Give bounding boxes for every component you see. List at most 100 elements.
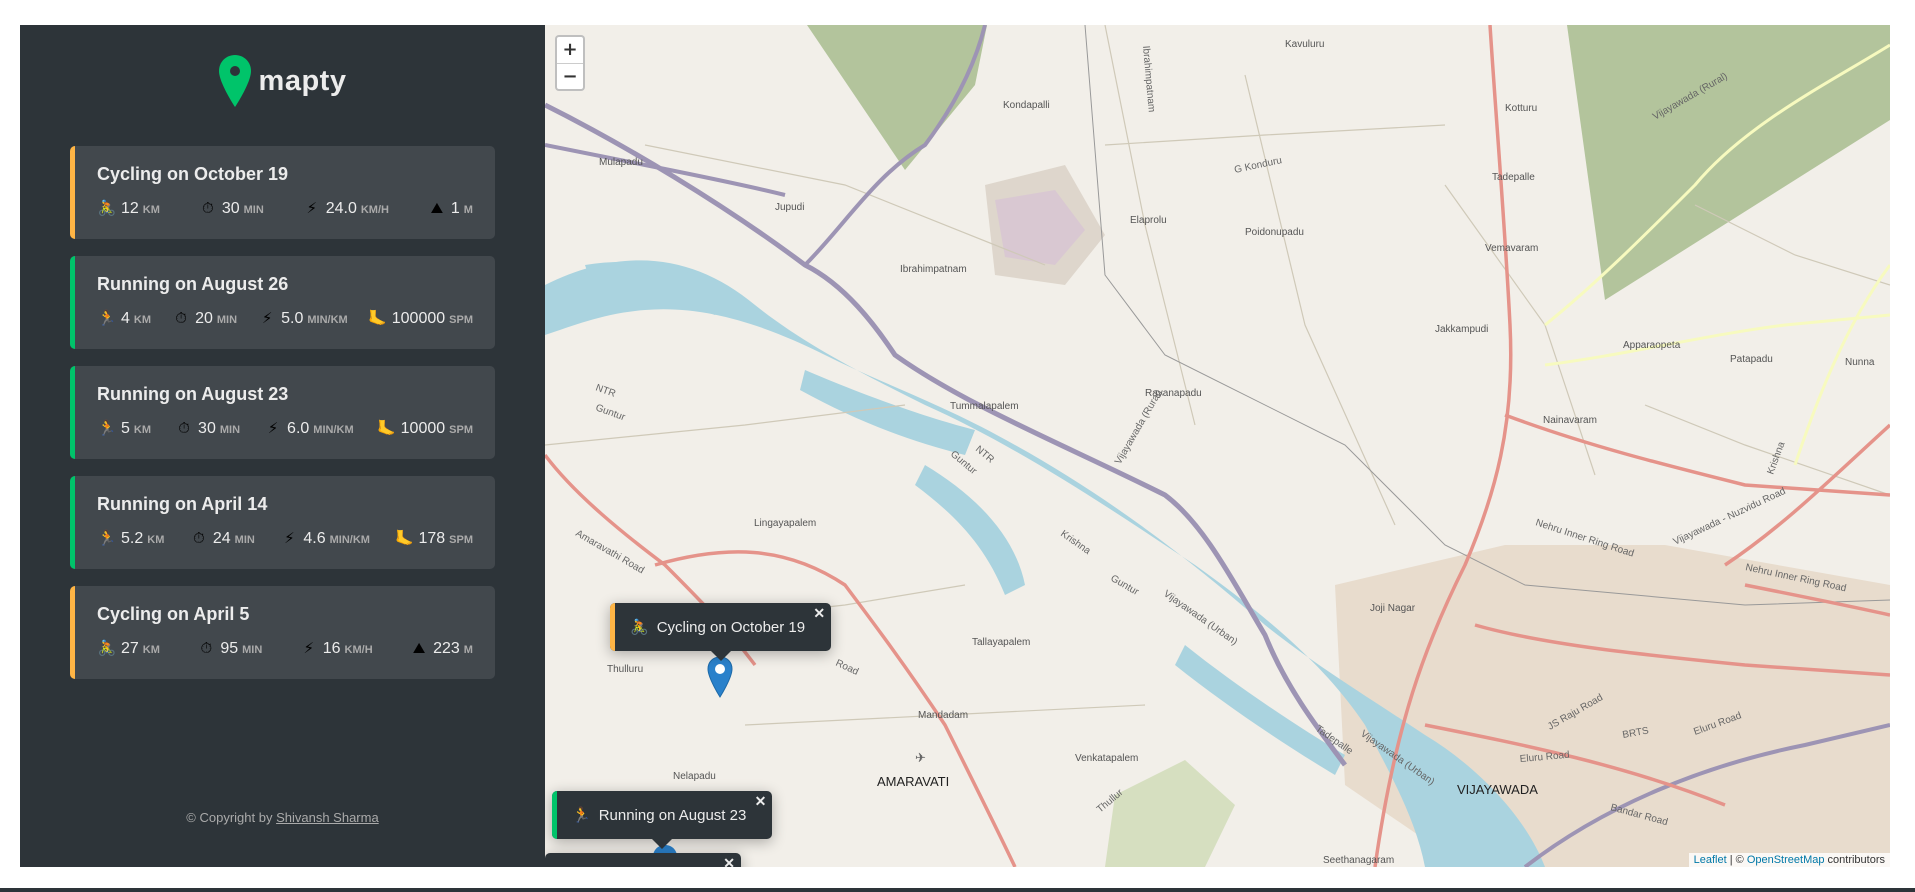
workout-detail: ⏱ 30 min xyxy=(174,419,240,438)
label-kotturu: Kotturu xyxy=(1505,103,1537,114)
label-tummalapalem: Tummalapalem xyxy=(950,401,1019,412)
label-kavuluru: Kavuluru xyxy=(1285,39,1324,50)
lightning-icon: ⚡ xyxy=(303,639,315,657)
workout-unit: min/km xyxy=(313,424,354,436)
brand-name: mapty xyxy=(258,64,347,97)
copyright-prefix: © Copyright by xyxy=(186,810,277,825)
workout-detail: ⏱ 20 min xyxy=(171,309,237,328)
label-tallayapalem: Tallayapalem xyxy=(972,637,1030,648)
label-apparaopeta: Apparaopeta xyxy=(1623,340,1681,351)
map-pin-logo-icon xyxy=(218,55,251,107)
label-joji-nagar: Joji Nagar xyxy=(1370,603,1416,614)
map-attribution: Leaflet | © OpenStreetMap contributors xyxy=(1688,853,1890,867)
workout-card-cycling[interactable]: Cycling on April 5 🚴 27 km ⏱ 95 min ⚡ 16 km/h ⛰ 223… xyxy=(70,586,495,679)
workout-value: 4.6 xyxy=(303,530,326,547)
bicycle-icon: 🚴 xyxy=(97,639,117,657)
workout-value: 30 xyxy=(198,420,216,437)
workout-details: 🏃 5.2 km ⏱ 24 min ⚡ 4.6 min/km 🦶 178 spm xyxy=(97,529,473,548)
bottom-border xyxy=(0,888,1915,892)
workout-value: 4 xyxy=(121,310,130,327)
label-vemavaram: Vemavaram xyxy=(1485,243,1538,254)
workout-detail: ⏱ 24 min xyxy=(189,529,255,548)
workout-unit: min xyxy=(234,534,255,546)
workout-detail: ⏱ 95 min xyxy=(196,639,262,658)
workout-detail: 🏃 5.2 km xyxy=(97,529,165,548)
label-nunna: Nunna xyxy=(1845,357,1875,368)
workout-value: 12 xyxy=(121,200,139,217)
workout-detail: ⚡ 16 km/h xyxy=(299,639,372,658)
label-jupudi: Jupudi xyxy=(775,202,804,213)
map-tiles[interactable]: Kavuluru Kondapalli Mulapadu Jupudi Ibra… xyxy=(545,25,1890,867)
workout-card-cycling[interactable]: Cycling on October 19 🚴 12 km ⏱ 30 min ⚡ 24.0 km/… xyxy=(70,146,495,239)
lightning-icon: ⚡ xyxy=(267,419,279,437)
copyright: © Copyright by Shivansh Sharma xyxy=(20,810,545,825)
workout-value: 27 xyxy=(121,640,139,657)
runner-icon: 🏃 xyxy=(97,309,117,327)
zoom-in-button[interactable]: + xyxy=(557,37,583,63)
workout-value: 30 xyxy=(221,200,240,217)
workout-color-bar xyxy=(70,586,75,679)
workout-unit: km xyxy=(133,314,152,326)
workout-value: 100000 xyxy=(391,310,446,327)
popup-title: Cycling on October 19 xyxy=(656,618,806,636)
workout-detail: ⚡ 24.0 km/h xyxy=(302,199,389,218)
workout-value: 10000 xyxy=(400,420,446,437)
close-icon[interactable]: ✕ xyxy=(755,793,767,810)
workout-card-running[interactable]: Running on August 26 🏃 4 km ⏱ 20 min ⚡ 5.0 min/km… xyxy=(70,256,495,349)
runner-icon: 🏃 xyxy=(572,807,591,824)
workout-detail: 🦶 178 spm xyxy=(394,529,473,548)
workout-unit: km/h xyxy=(360,204,389,216)
author-link[interactable]: Shivansh Sharma xyxy=(276,810,379,825)
label-elaprolu: Elaprolu xyxy=(1130,215,1167,226)
popup-title: Running on August 23 xyxy=(598,806,747,824)
label-kondapalli: Kondapalli xyxy=(1003,100,1050,111)
close-icon[interactable]: ✕ xyxy=(723,855,735,867)
workout-detail: 🏃 4 km xyxy=(97,309,151,328)
workout-value: 5 xyxy=(121,420,130,437)
label-thulluru: Thulluru xyxy=(607,664,643,675)
attribution-suffix: contributors xyxy=(1824,854,1885,866)
footprint-icon: 🦶 xyxy=(368,309,388,327)
label-seethanagaram: Seethanagaram xyxy=(1323,855,1394,866)
workout-details: 🚴 27 km ⏱ 95 min ⚡ 16 km/h ⛰ 223 m xyxy=(97,639,473,658)
workout-color-bar xyxy=(70,146,75,239)
label-nelapadu: Nelapadu xyxy=(673,771,716,782)
workout-unit: km xyxy=(133,424,152,436)
label-venkatapalem: Venkatapalem xyxy=(1075,753,1138,764)
stopwatch-icon: ⏱ xyxy=(178,419,190,437)
stopwatch-icon: ⏱ xyxy=(200,639,213,657)
workout-detail: ⚡ 5.0 min/km xyxy=(257,309,348,328)
popup-running[interactable]: 🏃 Running on August 23 ✕ xyxy=(552,791,773,849)
logo: mapty xyxy=(20,55,545,107)
workout-title: Running on August 23 xyxy=(97,384,289,404)
workout-title: Cycling on April 5 xyxy=(97,604,250,624)
popup-partial[interactable]: ✕ xyxy=(545,853,741,867)
stopwatch-icon: ⏱ xyxy=(175,309,187,327)
lightning-icon: ⚡ xyxy=(284,529,295,547)
map[interactable]: Kavuluru Kondapalli Mulapadu Jupudi Ibra… xyxy=(545,25,1890,867)
workout-card-running[interactable]: Running on April 14 🏃 5.2 km ⏱ 24 min ⚡ 4.6 min/k… xyxy=(70,476,495,569)
workout-unit: spm xyxy=(449,534,473,546)
label-tadepalle-north: Tadepalle xyxy=(1492,172,1535,183)
close-icon[interactable]: ✕ xyxy=(813,605,825,622)
runner-icon: 🏃 xyxy=(97,529,117,547)
osm-link[interactable]: OpenStreetMap xyxy=(1747,854,1825,866)
stopwatch-icon: ⏱ xyxy=(201,199,214,217)
workout-unit: spm xyxy=(449,424,473,436)
popup-color-bar xyxy=(552,791,557,839)
zoom-out-button[interactable]: − xyxy=(557,63,583,89)
leaflet-link[interactable]: Leaflet xyxy=(1694,854,1727,866)
bicycle-icon: 🚴 xyxy=(630,619,649,636)
workout-unit: min xyxy=(243,204,264,216)
workout-unit: min/km xyxy=(307,314,348,326)
popup-cycling[interactable]: 🚴 Cycling on October 19 ✕ xyxy=(610,603,832,661)
workout-unit: min xyxy=(219,424,241,436)
mountain-icon: ⛰ xyxy=(412,639,426,657)
workout-color-bar xyxy=(70,256,75,349)
workout-card-running[interactable]: Running on August 23 🏃 5 km ⏱ 30 min ⚡ 6.0 min/km… xyxy=(70,366,495,459)
runner-icon: 🏃 xyxy=(97,419,117,437)
sidebar: mapty Cycling on October 19 🚴 12 km ⏱ 30 min ⚡ 2… xyxy=(20,25,545,867)
workout-value: 1 xyxy=(450,200,460,217)
workout-title: Running on August 26 xyxy=(97,274,289,294)
workout-detail: 🚴 12 km xyxy=(97,199,160,218)
